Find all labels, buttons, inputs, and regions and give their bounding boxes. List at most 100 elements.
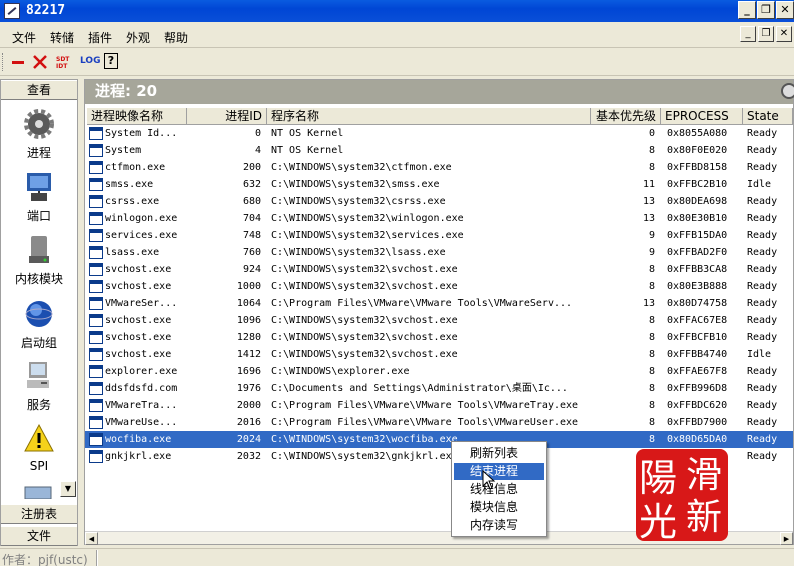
cell-eprocess: 0x80E30B10 (667, 213, 728, 224)
scroll-left-button[interactable]: ◀ (85, 532, 98, 545)
delete-x-icon[interactable] (32, 52, 48, 72)
table-row[interactable]: services.exe 748 C:\WINDOWS\system32\servi… (85, 227, 793, 244)
ctx-memory-rw[interactable]: 内存读写 (454, 517, 544, 534)
cell-program-name: C:\WINDOWS\system32\svchost.exe (271, 332, 458, 343)
nav-label: 进程 (26, 146, 51, 160)
process-icon (89, 450, 103, 463)
window-title: 82217 (26, 3, 66, 18)
menu-file[interactable]: 文件 (12, 29, 36, 46)
scroll-right-button[interactable]: ▶ (780, 532, 793, 545)
table-row[interactable]: svchost.exe 924 C:\WINDOWS\system32\svchos… (85, 261, 793, 278)
process-icon (89, 280, 103, 293)
col-header-state[interactable]: State (743, 108, 793, 125)
cell-base-priority: 13 (642, 213, 655, 224)
menu-appearance[interactable]: 外观 (126, 29, 150, 46)
table-row[interactable]: svchost.exe 1096 C:\WINDOWS\system32\svcho… (85, 312, 793, 329)
cell-pid: 2000 (236, 400, 261, 411)
toolbar-grip[interactable] (2, 53, 5, 71)
view-header[interactable]: 查看 (1, 80, 77, 100)
col-header-base-priority[interactable]: 基本优先级 (591, 108, 661, 125)
table-row[interactable]: svchost.exe 1000 C:\WINDOWS\system32\svcho… (85, 278, 793, 295)
nav-item-ports[interactable]: 端口 (1, 171, 77, 231)
ctx-kill-process[interactable]: 结束进程 (454, 463, 544, 480)
table-row[interactable]: winlogon.exe 704 C:\WINDOWS\system32\winlo… (85, 210, 793, 227)
cell-state: Ready (747, 247, 778, 258)
table-row[interactable]: System Id... 0 NT OS Kernel 0 0x8055A080 Read… (85, 125, 793, 142)
table-row[interactable]: wocfiba.exe 2024 C:\WINDOWS\system32\wocfi… (85, 431, 793, 448)
col-header-image-name[interactable]: 进程映像名称 (87, 108, 187, 125)
gear-icon (24, 109, 54, 139)
help-button[interactable]: ? (104, 53, 118, 69)
sdt-idt-button[interactable]: SDT IDT (56, 56, 72, 76)
ctx-thread-info[interactable]: 线程信息 (454, 481, 544, 498)
cell-image-name: svchost.exe (105, 315, 172, 326)
log-button[interactable]: LOG (80, 51, 100, 71)
table-row[interactable]: csrss.exe 680 C:\WINDOWS\system32\csrss.ex… (85, 193, 793, 210)
cell-eprocess: 0xFFAC67E8 (667, 315, 728, 326)
cell-program-name: C:\WINDOWS\system32\svchost.exe (271, 281, 458, 292)
menu-bar: 文件 转储 插件 外观 帮助 _ ❐ ✕ (0, 24, 794, 48)
cell-eprocess: 0xFFBB4740 (667, 349, 728, 360)
menu-dump[interactable]: 转储 (50, 29, 74, 46)
table-row[interactable]: ctfmon.exe 200 C:\WINDOWS\system32\ctfmon.… (85, 159, 793, 176)
nav-item-startup[interactable]: 启动组 (1, 298, 77, 358)
nav-scroll-down-button[interactable]: ▼ (60, 481, 76, 497)
process-count-title: 进程: 20 (85, 80, 794, 104)
ctx-module-info[interactable]: 模块信息 (454, 499, 544, 516)
cell-state: Ready (747, 264, 778, 275)
ctx-refresh-list[interactable]: 刷新列表 (454, 445, 544, 462)
cell-program-name: C:\WINDOWS\system32\ctfmon.exe (271, 162, 452, 173)
restore-button[interactable]: ❐ (757, 1, 775, 19)
table-row[interactable]: VMwareUse... 2016 C:\Program Files\VMware\… (85, 414, 793, 431)
col-header-eprocess[interactable]: EPROCESS (661, 108, 743, 125)
cell-pid: 748 (242, 230, 261, 241)
table-row[interactable]: svchost.exe 1412 C:\WINDOWS\system32\svcho… (85, 346, 793, 363)
table-row[interactable]: VMwareTra... 2000 C:\Program Files\VMware\… (85, 397, 793, 414)
cell-state: Ready (747, 281, 778, 292)
svg-text:光: 光 (639, 500, 677, 543)
table-row[interactable]: VMwareSer... 1064 C:\Program Files\VMware\… (85, 295, 793, 312)
process-icon (89, 212, 103, 225)
minimize-button[interactable]: _ (738, 1, 756, 19)
process-icon (89, 433, 103, 446)
table-row[interactable]: ddsfdsfd.com 1976 C:\Documents and Setting… (85, 380, 793, 397)
refresh-icon[interactable] (781, 83, 794, 99)
col-header-program-name[interactable]: 程序名称 (267, 108, 591, 125)
mdi-restore-button[interactable]: ❐ (758, 26, 774, 42)
computer-icon (27, 362, 49, 388)
table-row[interactable]: svchost.exe 1280 C:\WINDOWS\system32\svcho… (85, 329, 793, 346)
menu-help[interactable]: 帮助 (164, 29, 188, 46)
cell-base-priority: 8 (648, 264, 655, 275)
close-button[interactable]: ✕ (776, 1, 794, 19)
nav-item-kernel-modules[interactable]: 内核模块 (1, 234, 77, 294)
menu-plugins[interactable]: 插件 (88, 29, 112, 46)
process-icon (89, 144, 103, 157)
cell-image-name: ddsfdsfd.com (105, 383, 178, 394)
nav-item-spi[interactable]: SPI (1, 423, 77, 483)
cell-base-priority: 13 (642, 298, 655, 309)
nav-item-processes[interactable]: 进程 (1, 108, 77, 168)
cell-pid: 632 (242, 179, 261, 190)
mdi-minimize-button[interactable]: _ (740, 26, 756, 42)
files-header[interactable]: 文件 (1, 526, 77, 546)
cell-base-priority: 8 (648, 332, 655, 343)
col-header-pid[interactable]: 进程ID (187, 108, 267, 125)
table-row[interactable]: smss.exe 632 C:\WINDOWS\system32\smss.exe 1… (85, 176, 793, 193)
cell-state: Ready (747, 128, 778, 139)
table-row[interactable]: explorer.exe 1696 C:\WINDOWS\explorer.exe 8… (85, 363, 793, 380)
cell-eprocess: 0xFFAE67F8 (667, 366, 728, 377)
process-icon (89, 246, 103, 259)
app-icon[interactable] (4, 3, 20, 19)
mdi-close-button[interactable]: ✕ (776, 26, 792, 42)
registry-header[interactable]: 注册表 (1, 504, 77, 524)
cell-eprocess: 0xFFBDC620 (667, 400, 728, 411)
table-row[interactable]: lsass.exe 760 C:\WINDOWS\system32\lsass.ex… (85, 244, 793, 261)
drive-icon (29, 236, 49, 263)
table-row[interactable]: System 4 NT OS Kernel 8 0x80F0E020 Ready (85, 142, 793, 159)
cell-eprocess: 0xFFB15DA0 (667, 230, 728, 241)
cell-eprocess: 0x80F0E020 (667, 145, 728, 156)
svg-text:陽: 陽 (639, 456, 677, 500)
nav-item-services[interactable]: 服务 (1, 360, 77, 420)
cell-image-name: ctfmon.exe (105, 162, 166, 173)
minus-icon[interactable] (10, 52, 26, 72)
